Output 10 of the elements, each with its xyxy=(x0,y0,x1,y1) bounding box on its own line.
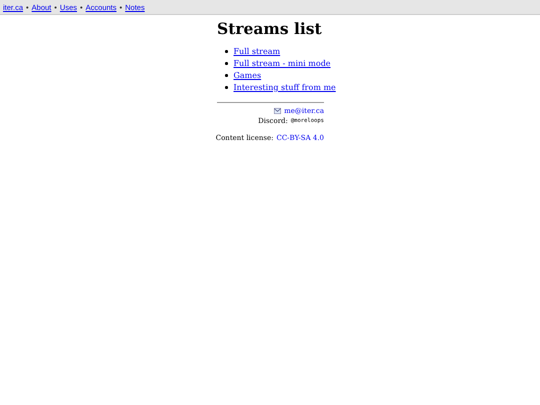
stream-link[interactable]: Games xyxy=(234,71,262,80)
page-title: Streams list xyxy=(217,19,323,38)
bullet-icon xyxy=(225,74,228,77)
stream-link[interactable]: Interesting stuff from me xyxy=(234,83,336,92)
envelope-icon xyxy=(274,108,282,114)
stream-link[interactable]: Full stream xyxy=(234,47,280,56)
bullet-icon xyxy=(225,86,228,89)
bullet-icon xyxy=(225,62,228,65)
bullet-icon xyxy=(225,50,228,53)
stream-link[interactable]: Full stream - mini mode xyxy=(234,59,331,68)
